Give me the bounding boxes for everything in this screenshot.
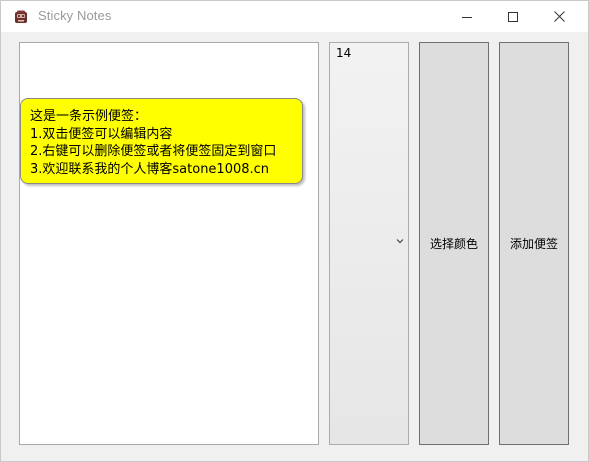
note-line-title: 这是一条示例便签： bbox=[30, 109, 148, 124]
maximize-button[interactable] bbox=[490, 1, 536, 32]
sticky-notes-app-icon bbox=[15, 10, 27, 23]
font-size-value: 14 bbox=[336, 46, 352, 60]
maximize-icon bbox=[508, 11, 518, 22]
chevron-down-icon bbox=[396, 239, 404, 244]
choose-color-button[interactable]: 选择颜色 bbox=[419, 42, 489, 445]
window-title: Sticky Notes bbox=[38, 8, 112, 23]
close-button[interactable] bbox=[536, 1, 582, 32]
sticky-note[interactable]: 这是一条示例便签： 1.双击便签可以编辑内容 2.右键可以删除便签或者将便签固定… bbox=[20, 98, 303, 184]
close-icon bbox=[553, 11, 565, 22]
sticky-notes-window: Sticky Notes 这是一条示例便签： 1.双击便签可以编辑内容 2.右键… bbox=[0, 0, 589, 462]
minimize-icon bbox=[462, 16, 472, 18]
font-size-select[interactable]: 14 bbox=[329, 42, 409, 445]
note-line-1: 1.双击便签可以编辑内容 bbox=[30, 126, 173, 142]
note-line-2: 2.右键可以删除便签或者将便签固定到窗口 bbox=[30, 144, 277, 159]
minimize-button[interactable] bbox=[444, 1, 490, 32]
add-note-button[interactable]: 添加便签 bbox=[499, 42, 569, 445]
note-line-3: 3.欢迎联系我的个人博客satone1008.cn bbox=[30, 161, 270, 177]
title-bar[interactable]: Sticky Notes bbox=[1, 1, 588, 32]
